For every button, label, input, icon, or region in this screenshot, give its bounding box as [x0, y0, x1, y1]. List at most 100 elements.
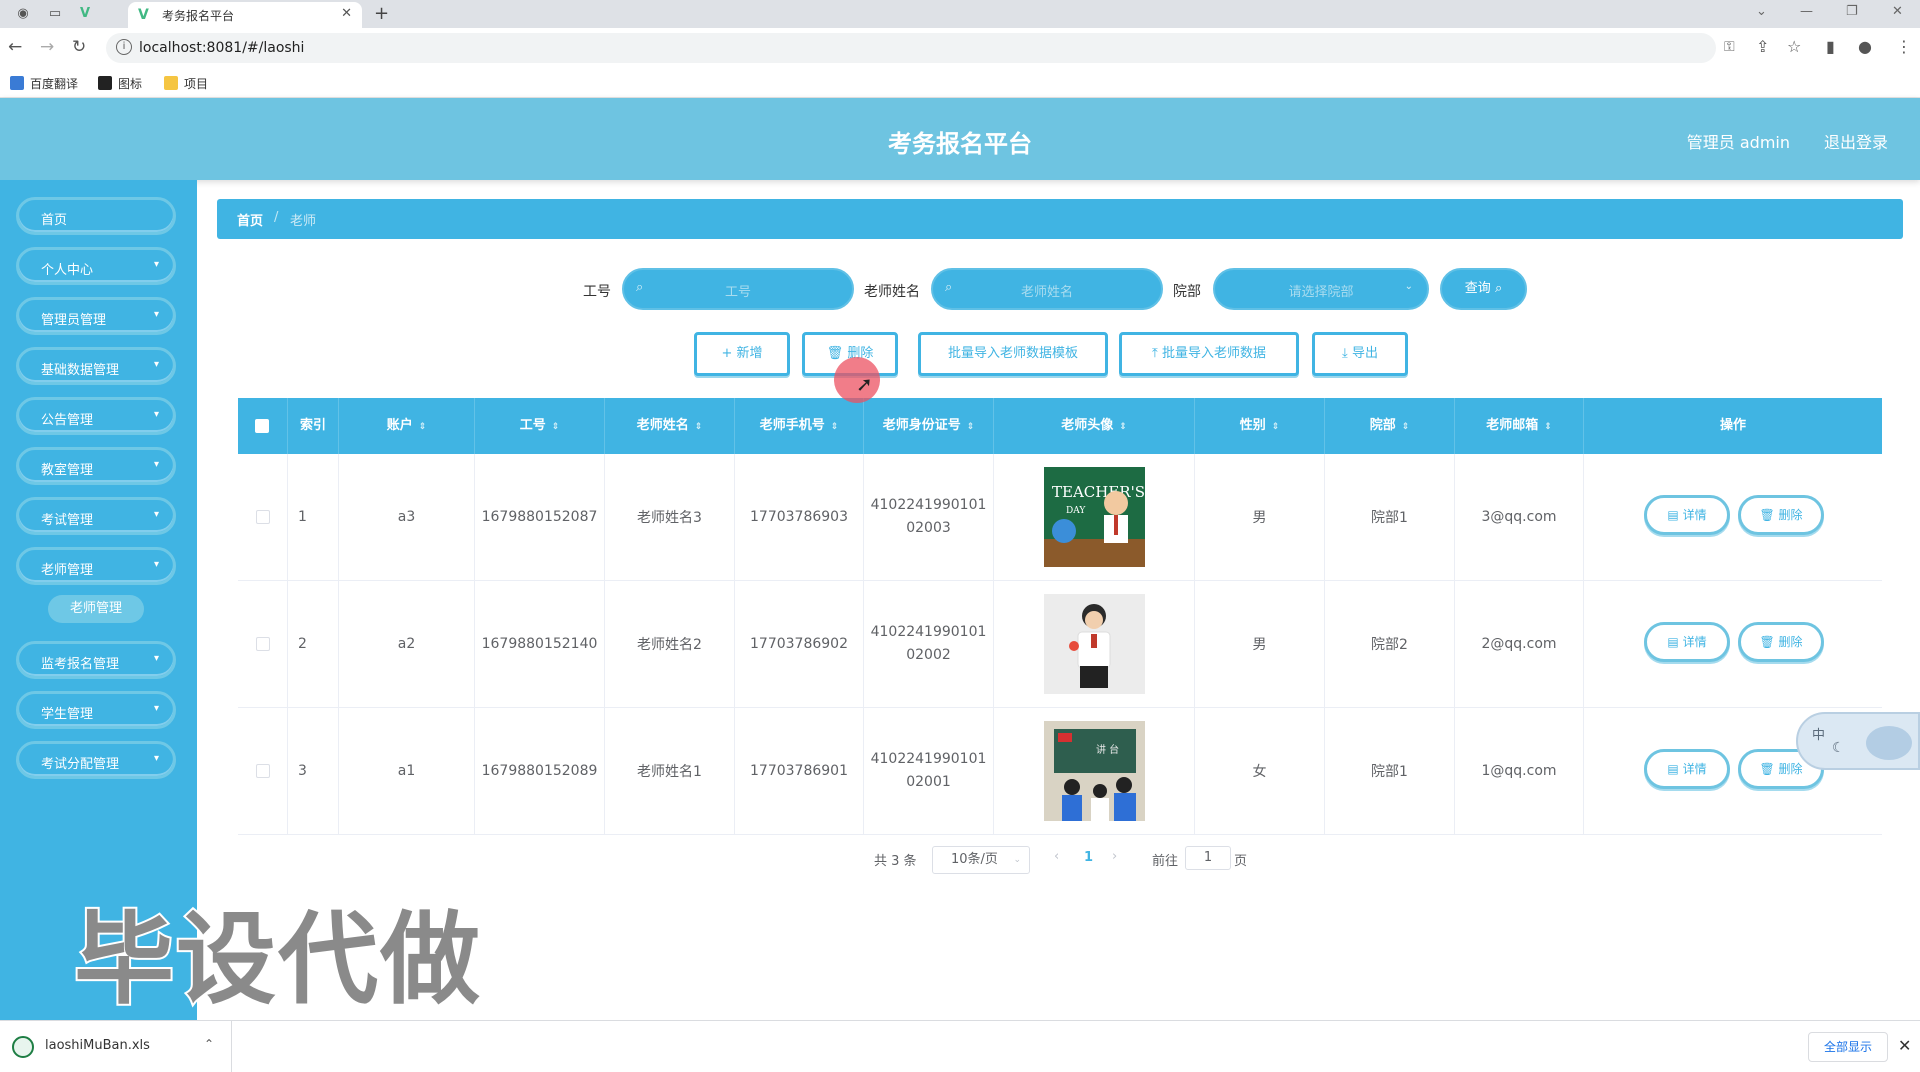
share-icon[interactable]: ⇪ [1756, 37, 1769, 56]
sidepanel-icon[interactable]: ▮ [1826, 37, 1835, 56]
col-gender[interactable]: 性别 ⇕ [1195, 398, 1325, 454]
ime-widget[interactable]: 中 ☾ [1796, 712, 1920, 770]
show-all-downloads-button[interactable]: 全部显示 [1808, 1032, 1888, 1062]
row-checkbox[interactable] [255, 510, 270, 524]
detail-button[interactable]: ▤ 详情 [1644, 495, 1730, 535]
sidebar-item-basic-data[interactable]: 基础数据管理 ▾ [16, 347, 176, 385]
browser-tab-active[interactable]: V 考务报名平台 ✕ [128, 2, 362, 28]
gonghao-input[interactable]: ⌕ 工号 [622, 268, 854, 310]
col-avatar[interactable]: 老师头像 ⇕ [994, 398, 1195, 454]
chevron-up-icon[interactable]: ⌃ [204, 1037, 214, 1051]
teacher-avatar-image[interactable] [1043, 594, 1145, 694]
app-title: 考务报名平台 [888, 130, 1032, 158]
forward-icon[interactable]: → [40, 37, 54, 57]
star-icon[interactable]: ☆ [1787, 37, 1801, 56]
cell-account: a2 [339, 581, 475, 707]
download-item[interactable]: laoshiMuBan.xls ⌃ [0, 1021, 232, 1072]
table-row: 2 a2 1679880152140 老师姓名2 17703786902 410… [238, 581, 1882, 708]
sidebar-item-notice[interactable]: 公告管理 ▾ [16, 397, 176, 435]
sidebar-item-student[interactable]: 学生管理 ▾ [16, 691, 176, 729]
chevron-down-icon: ▾ [153, 359, 159, 370]
cell-index: 3 [288, 708, 339, 834]
import-template-button[interactable]: 批量导入老师数据模板 [918, 332, 1108, 376]
prev-page-icon[interactable]: ‹ [1054, 849, 1059, 877]
cell-dept: 院部1 [1325, 708, 1455, 834]
goto-label: 前往 [1152, 854, 1179, 869]
sort-icon[interactable]: ⇕ [1544, 422, 1552, 432]
back-icon[interactable]: ← [8, 37, 22, 57]
select-all-checkbox[interactable] [255, 419, 269, 433]
address-bar[interactable]: i localhost:8081/#/laoshi ⚿ [106, 33, 1735, 63]
close-icon[interactable]: ✕ [1898, 1036, 1911, 1055]
sidebar-item-personal-center[interactable]: 个人中心 ▾ [16, 247, 176, 285]
sidebar-item-teacher[interactable]: 老师管理 ▾ [16, 547, 176, 585]
bookmarks-bar: 百度翻译 图标 项目 [0, 68, 1920, 98]
page-number-current[interactable]: 1 [1084, 850, 1093, 878]
chevron-down-icon: ⌄ [1013, 855, 1021, 865]
sort-icon[interactable]: ⇕ [552, 422, 560, 432]
row-checkbox[interactable] [255, 637, 270, 651]
teacher-avatar-image[interactable]: TEACHER'S DAY [1043, 467, 1145, 567]
dept-select[interactable]: 请选择院部 ⌄ [1213, 268, 1429, 310]
col-idcard[interactable]: 老师身份证号 ⇕ [864, 398, 994, 454]
info-icon[interactable]: i [116, 39, 132, 55]
bookmark-icons[interactable]: 图标 [98, 75, 142, 92]
vue-icon[interactable]: V [76, 5, 94, 23]
minimize-icon[interactable]: — [1800, 4, 1813, 19]
col-gonghao[interactable]: 工号 ⇕ [475, 398, 605, 454]
detail-button[interactable]: ▤ 详情 [1644, 749, 1730, 789]
sidebar-item-home[interactable]: 首页 [16, 197, 176, 235]
teacher-avatar-image[interactable]: 讲 台 [1043, 721, 1145, 821]
delete-row-button[interactable]: 🗑 删除 [1738, 622, 1824, 662]
sort-icon[interactable]: ⇕ [1119, 422, 1127, 432]
sort-icon[interactable]: ⇕ [1402, 422, 1410, 432]
globe-icon[interactable]: ◉ [14, 5, 32, 23]
profile-icon[interactable]: ● [1858, 37, 1872, 56]
chevron-down-icon[interactable]: ⌄ [1756, 4, 1767, 19]
detail-button[interactable]: ▤ 详情 [1644, 622, 1730, 662]
key-icon[interactable]: ⚿ [1724, 39, 1735, 55]
bookmark-project[interactable]: 项目 [164, 75, 208, 92]
sidebar-item-classroom[interactable]: 教室管理 ▾ [16, 447, 176, 485]
menu-icon[interactable]: ⋮ [1896, 37, 1912, 56]
bookmark-baidu-fanyi[interactable]: 百度翻译 [10, 75, 78, 92]
add-button[interactable]: + 新增 [694, 332, 790, 376]
cell-email: 3@qq.com [1455, 454, 1584, 580]
batch-import-button[interactable]: ⤒ 批量导入老师数据 [1119, 332, 1299, 376]
sidebar-item-admin-management[interactable]: 管理员管理 ▾ [16, 297, 176, 335]
browser-tabbar: ◉ ▭ V V 考务报名平台 ✕ + ⌄ — ❐ ✕ [0, 0, 1920, 28]
sidebar-item-exam[interactable]: 考试管理 ▾ [16, 497, 176, 535]
col-account[interactable]: 账户 ⇕ [339, 398, 475, 454]
col-teacher-name[interactable]: 老师姓名 ⇕ [605, 398, 735, 454]
sidebar-item-invigilation[interactable]: 监考报名管理 ▾ [16, 641, 176, 679]
sidebar-item-exam-assignment[interactable]: 考试分配管理 ▾ [16, 741, 176, 779]
window-close-icon[interactable]: ✕ [1892, 4, 1903, 19]
col-dept[interactable]: 院部 ⇕ [1325, 398, 1455, 454]
delete-row-button[interactable]: 🗑 删除 [1738, 495, 1824, 535]
page-size-select[interactable]: 10条/页 ⌄ [932, 846, 1030, 874]
tab-placeholder-icon[interactable]: ▭ [46, 5, 64, 23]
col-phone[interactable]: 老师手机号 ⇕ [735, 398, 864, 454]
next-page-icon[interactable]: › [1112, 849, 1117, 877]
tab-title: 考务报名平台 [162, 9, 235, 23]
new-tab-icon[interactable]: + [374, 3, 389, 24]
query-button[interactable]: 查询 ⌕ [1440, 268, 1527, 310]
goto-page-input[interactable]: 1 [1185, 846, 1231, 870]
sort-icon[interactable]: ⇕ [419, 422, 427, 432]
translate-icon [10, 76, 24, 90]
row-checkbox[interactable] [255, 764, 270, 778]
export-button[interactable]: ⤓ 导出 [1312, 332, 1408, 376]
col-email[interactable]: 老师邮箱 ⇕ [1455, 398, 1584, 454]
breadcrumb-home[interactable]: 首页 [237, 210, 263, 229]
restore-icon[interactable]: ❐ [1846, 4, 1858, 19]
sort-icon[interactable]: ⇕ [967, 422, 975, 432]
close-icon[interactable]: ✕ [341, 6, 352, 21]
sort-icon[interactable]: ⇕ [831, 422, 839, 432]
teacher-name-input[interactable]: ⌕ 老师姓名 [931, 268, 1163, 310]
sort-icon[interactable]: ⇕ [695, 422, 703, 432]
sort-icon[interactable]: ⇕ [1272, 422, 1280, 432]
sidebar-subitem-teacher-management[interactable]: 老师管理 [48, 595, 144, 623]
browser-toolbar: ← → ↻ i localhost:8081/#/laoshi ⚿ ⇪ ☆ ▮ … [0, 28, 1920, 68]
logout-link[interactable]: 退出登录 [1824, 129, 1888, 153]
reload-icon[interactable]: ↻ [72, 37, 86, 57]
